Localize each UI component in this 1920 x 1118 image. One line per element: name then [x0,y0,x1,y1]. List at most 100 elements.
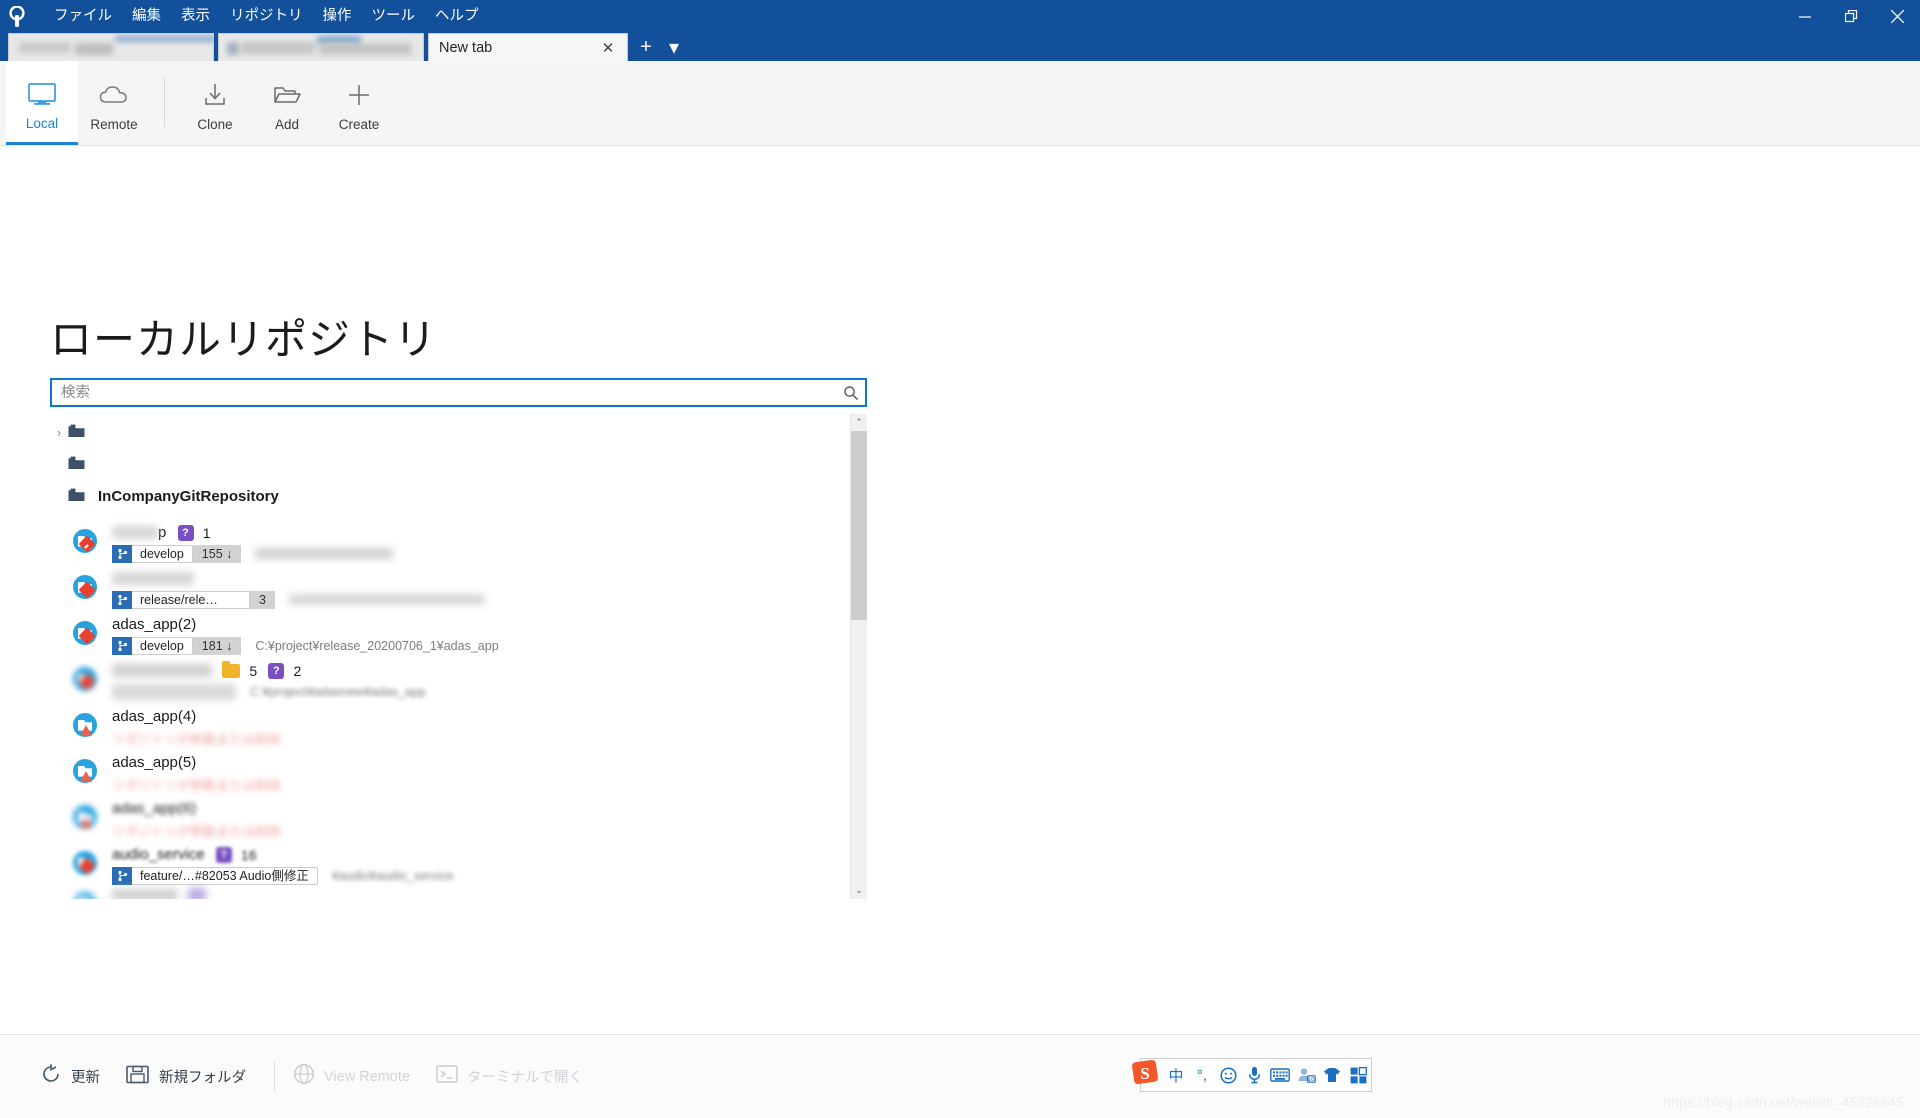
close-icon[interactable]: ✕ [599,39,617,57]
search-icon[interactable] [837,385,865,401]
branch-icon [112,545,132,563]
ime-punctuation[interactable]: °, [1189,1059,1215,1091]
repository-list: › InCompanyGitRepository p ? 1 develop 1… [50,414,867,899]
cloud-icon [98,80,130,110]
scroll-down-button[interactable]: ⌄ [851,882,867,899]
repository-row[interactable]: adas_app(2) develop 181 ↓ C:¥project¥rel… [50,616,850,662]
folder-icon [68,488,90,502]
repository-row[interactable]: 5 ? 2 C:¥project¥adasnew¥adas_app [50,661,850,708]
ribbon-create-label: Create [338,117,380,132]
scroll-track[interactable] [851,431,867,882]
ime-toolbox[interactable] [1345,1059,1371,1091]
sogou-logo-icon[interactable]: S [1129,1056,1163,1090]
repository-path: ¥audio¥audio_service [331,869,454,883]
repository-error-row: リポジトリが移動または削除 [112,775,281,793]
ime-emoji[interactable] [1215,1059,1241,1091]
tab-label: New tab [439,39,493,56]
repository-path: C:¥project¥release_20200706_1¥adas_app [255,639,499,653]
menu-tools[interactable]: ツール [362,5,426,28]
repository-row[interactable]: adas_app(6) リポジトリが移動または削除 [50,800,850,846]
repository-branch-row: develop 155 ↓ [112,545,394,563]
ribbon-remote-label: Remote [90,117,138,132]
badge-count: 5 [249,663,258,680]
globe-icon [293,1063,315,1090]
repository-list-scrollbar[interactable]: ⌃ ⌄ [850,414,867,899]
search-box[interactable] [50,378,867,407]
window-controls [1782,0,1920,33]
tab-strip: New tab ✕ + ▾ [0,33,1920,61]
chevron-right-icon[interactable]: › [50,424,68,442]
menu-repository[interactable]: リポジトリ [220,5,313,28]
repository-row[interactable]: release/rele… 3 [50,570,850,616]
repository-name: adas_app(4) [112,708,197,725]
unknown-badge-icon: ? [215,847,232,864]
ribbon-remote[interactable]: Remote [78,61,150,145]
repository-path: C:¥project¥adasnew¥adas_app [250,685,426,699]
git-repo-icon [70,573,104,607]
badge-count: 16 [240,847,257,864]
tree-folder-redacted-1[interactable]: › [50,424,850,442]
branch-ahead-count: 3 [250,591,275,609]
repository-name: adas_app(2) [112,616,197,633]
branch-chip[interactable]: develop 155 ↓ [112,545,242,563]
refresh-icon [40,1063,62,1090]
tab-redacted-2[interactable] [218,33,424,61]
new-tab-button[interactable]: + [632,33,660,61]
ribbon-local[interactable]: Local [6,61,78,145]
ribbon-clone[interactable]: Clone [179,61,251,145]
refresh-label: 更新 [71,1070,100,1086]
branch-chip[interactable]: develop 181 ↓ [112,637,242,655]
minimize-button[interactable] [1782,0,1828,33]
menu-help[interactable]: ヘルプ [425,5,489,28]
folder-open-icon [273,80,301,110]
repository-name: adas_app(5) [112,754,197,771]
tree-folder-redacted-2[interactable] [50,456,850,470]
ime-skin[interactable] [1319,1059,1345,1091]
repository-error-text: リポジトリが移動または削除 [112,823,282,839]
tab-redacted-1[interactable] [8,33,214,61]
branch-chip[interactable]: feature/…#82053 Audio側修正 [112,867,318,885]
git-repo-icon [70,665,104,699]
ime-toolbar: S 中 °, 10 [1132,1058,1372,1092]
branch-name: develop [132,637,193,655]
repository-row[interactable]: p ? 1 develop 155 ↓ [50,524,850,570]
git-repo-icon [70,849,104,883]
repository-row[interactable]: adas_app(4) リポジトリが移動または削除 [50,708,850,754]
ime-keyboard[interactable] [1267,1059,1293,1091]
git-repo-icon [70,711,104,745]
tab-new-tab[interactable]: New tab ✕ [428,33,628,61]
chevron-down-icon[interactable]: ▾ [660,33,688,61]
git-repo-icon [70,527,104,561]
scroll-thumb[interactable] [851,431,867,621]
refresh-button[interactable]: 更新 [40,1063,100,1090]
close-button[interactable] [1874,0,1920,33]
ribbon-add[interactable]: Add [251,61,323,145]
view-remote-label: View Remote [324,1068,410,1085]
tree-folder-incompanygitrepository[interactable]: InCompanyGitRepository [50,488,850,505]
repository-row[interactable]: adas_app(5) リポジトリが移動または削除 [50,754,850,800]
menu-edit[interactable]: 編集 [122,5,171,28]
repository-error-row: リポジトリが移動または削除 [112,821,281,839]
repository-name: adas_app(6) [112,800,197,817]
menu-actions[interactable]: 操作 [313,5,362,28]
branch-chip[interactable]: release/rele… 3 [112,591,275,609]
restore-button[interactable] [1828,0,1874,33]
repository-error-row: リポジトリが移動または削除 [112,729,281,747]
menu-view[interactable]: 表示 [171,5,220,28]
tree-folder-label: InCompanyGitRepository [98,488,279,505]
view-remote-button[interactable]: View Remote [293,1063,410,1090]
repository-path [255,545,394,563]
ribbon-local-label: Local [25,115,59,131]
ime-user[interactable]: 10 [1293,1059,1319,1091]
repository-name [112,570,194,587]
open-terminal-button[interactable]: ターミナルで開く [436,1064,583,1089]
new-folder-button[interactable]: 新規フォルダ [126,1064,246,1089]
ime-mode-chinese[interactable]: 中 [1163,1059,1189,1091]
search-input[interactable] [52,380,837,405]
ime-voice[interactable] [1241,1059,1267,1091]
badge-count: 2 [293,663,302,680]
scroll-up-button[interactable]: ⌃ [851,414,867,431]
ribbon-create[interactable]: Create [323,61,395,145]
repository-row[interactable] [50,886,850,899]
menu-file[interactable]: ファイル [44,5,122,28]
